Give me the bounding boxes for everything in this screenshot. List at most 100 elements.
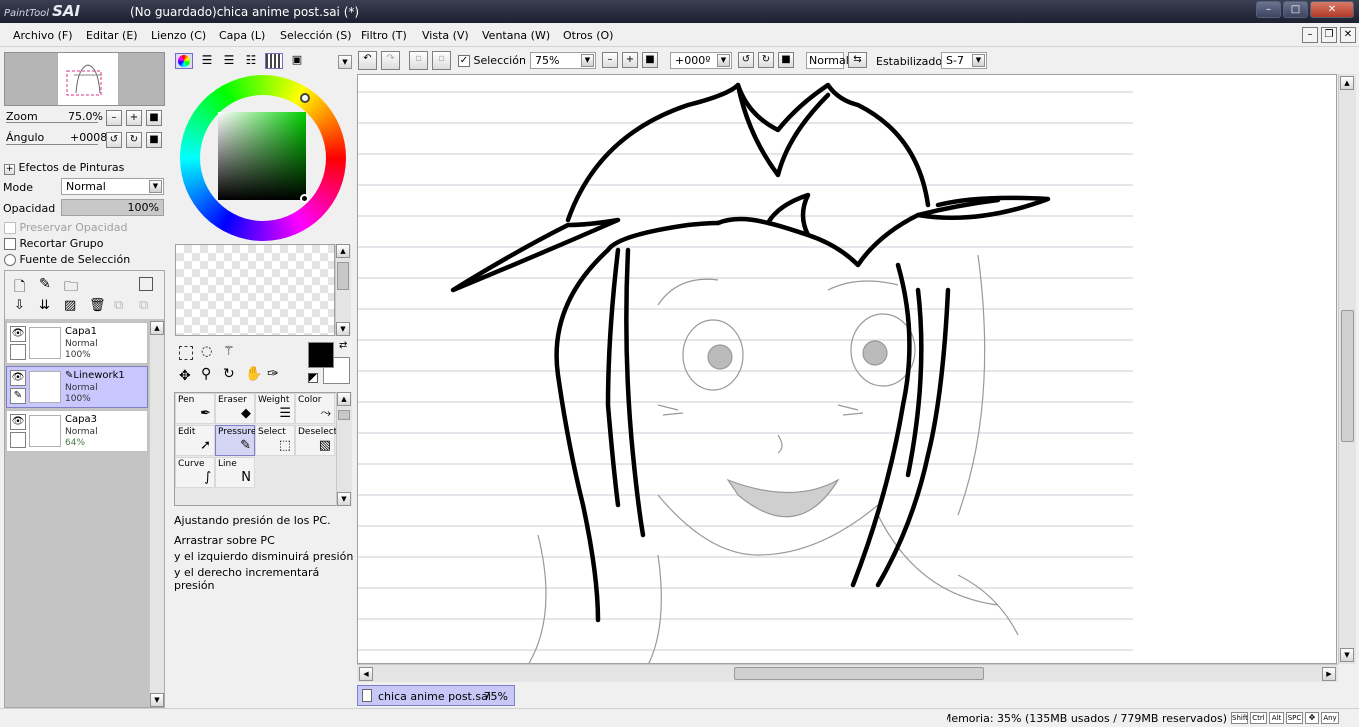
- scroll-down-icon[interactable]: ▼: [1340, 648, 1354, 662]
- undo-icon[interactable]: ↶: [358, 51, 377, 70]
- menu-ventana[interactable]: Ventana (W): [482, 29, 550, 42]
- canvas-vertical-scrollbar[interactable]: ▲ ▼: [1338, 74, 1356, 664]
- scroll-up-icon[interactable]: ▲: [336, 244, 350, 258]
- rotate-left-button[interactable]: ↺: [106, 132, 122, 148]
- color-list-tab[interactable]: ☷: [242, 53, 260, 69]
- lock-toggle[interactable]: [10, 432, 26, 448]
- scroll-down-icon[interactable]: ▼: [336, 322, 350, 336]
- clip-group-checkbox[interactable]: [4, 238, 16, 250]
- preserve-opacity-checkbox[interactable]: [4, 222, 16, 234]
- zoom-reset-button[interactable]: ■: [146, 110, 162, 126]
- mdi-close-button[interactable]: ✕: [1340, 27, 1356, 43]
- mdi-restore-button[interactable]: ❐: [1321, 27, 1337, 43]
- rotate-view-icon[interactable]: ↻: [223, 366, 235, 382]
- layer-row-capa3[interactable]: 👁 Capa3 Normal 64%: [6, 410, 148, 452]
- tool-color[interactable]: Color ⤳: [295, 393, 335, 424]
- rotate-right-button[interactable]: ↻: [126, 132, 142, 148]
- tool-grid-scrollbar[interactable]: ▲ ▼: [336, 392, 352, 506]
- hand-icon[interactable]: ✋: [245, 366, 262, 382]
- hsv-slider-tab[interactable]: ☰: [220, 53, 238, 69]
- scroll-thumb[interactable]: [338, 410, 350, 420]
- swatches-tab[interactable]: [265, 53, 283, 69]
- minimize-button[interactable]: –: [1256, 1, 1281, 18]
- canvas-horizontal-scrollbar[interactable]: ◀ ▶: [357, 664, 1338, 682]
- new-folder-icon[interactable]: 🗀: [64, 276, 78, 300]
- zoom-in-button[interactable]: +: [126, 110, 142, 126]
- eye-icon[interactable]: 👁: [10, 414, 26, 430]
- pen-icon[interactable]: ✎: [10, 388, 26, 404]
- mode-select[interactable]: Normal ▼: [61, 178, 164, 195]
- blend-mode-button[interactable]: Normal: [806, 52, 849, 69]
- sv-handle[interactable]: [300, 194, 309, 203]
- scroll-left-icon[interactable]: ◀: [359, 667, 373, 681]
- new-layer-icon[interactable]: 🗋: [14, 276, 25, 300]
- angle-select[interactable]: +000º ▼: [670, 52, 732, 69]
- toolbar-rotate-left-button[interactable]: ↺: [738, 52, 754, 68]
- color-wheel[interactable]: [180, 75, 346, 241]
- menu-filtro[interactable]: Filtro (T): [361, 29, 407, 42]
- color-wheel-tab[interactable]: [175, 53, 193, 69]
- menu-lienzo[interactable]: Lienzo (C): [151, 29, 206, 42]
- vertical-scroll-thumb[interactable]: [1341, 310, 1354, 442]
- new-linework-layer-icon[interactable]: ✎: [39, 276, 51, 292]
- zoom-icon[interactable]: ⚲: [201, 366, 211, 382]
- scroll-up-icon[interactable]: ▲: [337, 392, 351, 406]
- effects-row[interactable]: + Efectos de Pinturas: [4, 161, 124, 175]
- selection-checkbox[interactable]: ✓: [458, 55, 470, 67]
- tool-edit[interactable]: Edit ➚: [175, 425, 215, 456]
- zoom-out-button[interactable]: –: [106, 110, 122, 126]
- angle-slider[interactable]: [6, 144, 98, 145]
- reset-colors-icon[interactable]: [308, 373, 318, 383]
- toolbar-rotate-right-button[interactable]: ↻: [758, 52, 774, 68]
- lasso-icon[interactable]: ◌: [201, 344, 212, 359]
- swatch-scrollbar[interactable]: ▲ ▼: [335, 244, 351, 336]
- rgb-slider-tab[interactable]: ☰: [198, 53, 216, 69]
- stabilizer-select[interactable]: S-7 ▼: [941, 52, 987, 69]
- eye-icon[interactable]: 👁: [10, 326, 26, 342]
- zoom-select[interactable]: 75% ▼: [530, 52, 596, 69]
- tool-curve[interactable]: Curve ∫: [175, 457, 215, 488]
- menu-otros[interactable]: Otros (O): [563, 29, 613, 42]
- clip-group-option[interactable]: Recortar Grupo: [4, 237, 104, 250]
- toolbar-zoom-reset-button[interactable]: ■: [642, 52, 658, 68]
- lock-toggle[interactable]: [10, 344, 26, 360]
- eyedropper-icon[interactable]: ✑: [267, 366, 279, 382]
- scroll-up-icon[interactable]: ▲: [150, 321, 164, 335]
- rect-select-icon[interactable]: [179, 346, 193, 360]
- clear-layer-icon[interactable]: ▨: [64, 298, 76, 313]
- merge-down-icon[interactable]: ⇊: [39, 298, 50, 313]
- menu-archivo[interactable]: Archivo (F): [13, 29, 73, 42]
- scratchpad-tab[interactable]: ▣: [288, 53, 306, 69]
- tool-line[interactable]: Line N: [215, 457, 255, 488]
- menu-capa[interactable]: Capa (L): [219, 29, 265, 42]
- swatch-area[interactable]: [175, 244, 335, 336]
- scroll-right-icon[interactable]: ▶: [1322, 667, 1336, 681]
- menu-editar[interactable]: Editar (E): [86, 29, 138, 42]
- selection-source-option[interactable]: Fuente de Selección: [4, 253, 130, 266]
- flip-horizontal-icon[interactable]: ⇆: [848, 52, 867, 68]
- move-icon[interactable]: ✥: [179, 368, 191, 384]
- zoom-slider[interactable]: [6, 122, 98, 123]
- transfer-down-icon[interactable]: ⇩: [14, 298, 25, 313]
- scroll-down-icon[interactable]: ▼: [150, 693, 164, 707]
- panel-menu-icon[interactable]: ▼: [338, 55, 352, 69]
- hue-handle[interactable]: [300, 93, 310, 103]
- tool-weight[interactable]: Weight ☰: [255, 393, 295, 424]
- toolbar-zoom-in-button[interactable]: +: [622, 52, 638, 68]
- selection-toggle[interactable]: ✓ Selección: [458, 54, 526, 67]
- swap-colors-icon[interactable]: ⇄: [339, 340, 347, 351]
- foreground-color-swatch[interactable]: [308, 342, 334, 368]
- opacity-slider[interactable]: 100%: [61, 199, 164, 216]
- layer-row-linework1[interactable]: 👁 ✎ ✎Linework1 Normal 100%: [6, 366, 148, 408]
- drawing-canvas[interactable]: [357, 74, 1337, 664]
- toolbar-zoom-out-button[interactable]: –: [602, 52, 618, 68]
- toolbar-rotate-reset-button[interactable]: ■: [778, 52, 794, 68]
- maximize-button[interactable]: □: [1283, 1, 1308, 18]
- tool-deselect[interactable]: Deselect ▧: [295, 425, 337, 456]
- scroll-thumb[interactable]: [337, 262, 349, 290]
- saturation-value-square[interactable]: [218, 112, 306, 200]
- tool-pressure[interactable]: Pressure ✎: [215, 425, 256, 456]
- rotate-reset-button[interactable]: ■: [146, 132, 162, 148]
- preserve-opacity-option[interactable]: Preservar Opacidad: [4, 221, 127, 234]
- menu-seleccion[interactable]: Selección (S): [280, 29, 352, 42]
